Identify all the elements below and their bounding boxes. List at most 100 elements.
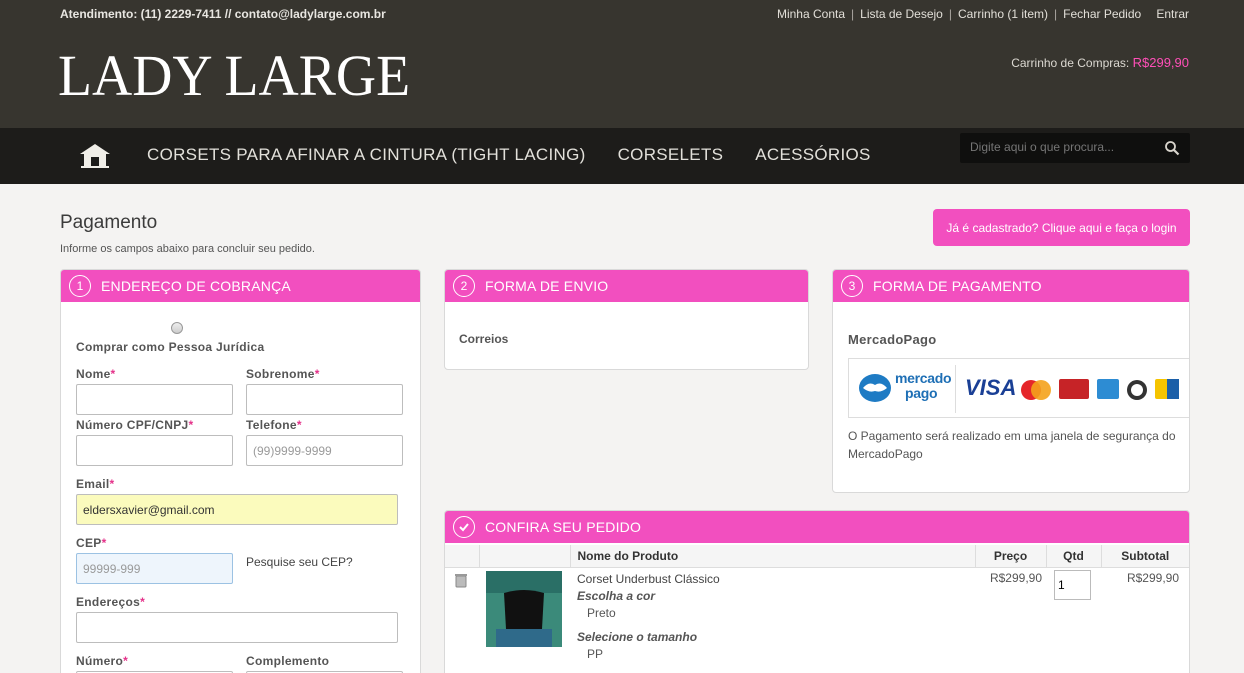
option-size-value: PP — [587, 646, 604, 661]
payment-title: FORMA DE PAGAMENTO — [873, 278, 1042, 294]
option-color-value: Preto — [587, 605, 616, 620]
cep-label: CEP* — [76, 536, 107, 550]
numero-label: Número* — [76, 654, 128, 668]
mastercard-icon — [1021, 380, 1051, 400]
review-title: CONFIRA SEU PEDIDO — [485, 519, 642, 535]
link-minha-conta[interactable]: Minha Conta — [777, 7, 845, 21]
required-mark: * — [188, 418, 194, 432]
qty-input[interactable] — [1054, 569, 1091, 600]
step-number: 2 — [453, 275, 475, 297]
cart-header-row: Nome do Produto Preço Qtd Subtotal — [445, 545, 1189, 568]
visa-logo: VISA — [965, 375, 1017, 400]
payment-method[interactable]: MercadoPago — [848, 332, 937, 347]
login-button[interactable]: Já é cadastrado? Clique aqui e faça o lo… — [933, 209, 1190, 246]
hipercard-icon — [1059, 379, 1089, 399]
sobrenome-field[interactable] — [246, 384, 403, 415]
elo-icon — [1155, 379, 1179, 399]
col-product: Nome do Produto — [570, 545, 976, 568]
subtotal-cell: R$299,90 — [1126, 570, 1179, 585]
cep-search-link[interactable]: Pesquise seu CEP? — [246, 555, 353, 569]
page-subtitle: Informe os campos abaixo para concluir s… — [60, 243, 315, 255]
product-image[interactable] — [486, 570, 562, 647]
review-panel: CONFIRA SEU PEDIDO Nome do Produto Preço… — [444, 510, 1190, 673]
search-input[interactable] — [970, 140, 1150, 154]
diners-icon — [1127, 380, 1147, 400]
review-header: CONFIRA SEU PEDIDO — [445, 511, 1189, 543]
cpf-field[interactable] — [76, 435, 233, 466]
cep-field[interactable] — [76, 553, 233, 584]
endereco-label-text: Endereços — [76, 595, 141, 609]
cart-table: Nome do Produto Preço Qtd Subtotal Corse… — [445, 545, 1189, 663]
site-logo[interactable]: LADY LARGE — [58, 44, 410, 108]
mp-logo-line1: mercado — [895, 370, 952, 386]
pj-label: Comprar como Pessoa Jurídica — [76, 340, 265, 354]
email-label: Email* — [76, 477, 115, 491]
search-box — [960, 133, 1190, 163]
nome-label-text: Nome — [76, 367, 111, 381]
payment-header: 3 FORMA DE PAGAMENTO — [833, 270, 1189, 302]
required-mark: * — [314, 367, 320, 381]
nome-label: Nome* — [76, 367, 116, 381]
col-subtotal: Subtotal — [1101, 545, 1189, 568]
email-field[interactable] — [76, 494, 398, 525]
endereco-label: Endereços* — [76, 595, 145, 609]
separator: | — [851, 7, 855, 21]
cpf-label-text: Número CPF/CNPJ — [76, 418, 189, 432]
nav-item-acessorios[interactable]: ACESSÓRIOS — [755, 145, 870, 165]
cart-summary[interactable]: Carrinho de Compras: R$299,90 — [1011, 55, 1189, 70]
link-entrar[interactable]: Entrar — [1156, 7, 1189, 21]
sobrenome-label: Sobrenome* — [246, 367, 320, 381]
trash-icon[interactable] — [453, 572, 469, 588]
shipping-method[interactable]: Correios — [459, 332, 508, 346]
divider — [955, 365, 956, 413]
billing-panel: 1 ENDEREÇO DE COBRANÇA Comprar como Pess… — [60, 269, 421, 673]
col-price: Preço — [975, 545, 1047, 568]
nav-menu: CORSETS PARA AFINAR A CINTURA (TIGHT LAC… — [147, 145, 903, 165]
page-title: Pagamento — [60, 212, 158, 233]
telefone-field[interactable] — [246, 435, 403, 466]
shipping-header: 2 FORMA DE ENVIO — [445, 270, 808, 302]
option-color-label: Escolha a cor — [577, 588, 656, 603]
billing-title: ENDEREÇO DE COBRANÇA — [101, 278, 291, 294]
check-icon — [453, 516, 475, 538]
amex-icon — [1097, 379, 1119, 399]
endereco-field[interactable] — [76, 612, 398, 643]
step-number: 1 — [69, 275, 91, 297]
remove-cell — [445, 567, 479, 663]
cpf-label: Número CPF/CNPJ* — [76, 418, 194, 432]
pj-radio[interactable] — [171, 322, 183, 334]
price-cell: R$299,90 — [989, 570, 1042, 585]
payment-description: O Pagamento será realizado em uma janela… — [848, 429, 1176, 461]
qty-cell — [1046, 567, 1101, 663]
telefone-label-text: Telefone — [246, 418, 297, 432]
table-row: Corset Underbust Clássico Escolha a cor … — [445, 567, 1189, 663]
mp-logo-text: mercado pago — [895, 370, 952, 401]
required-mark: * — [296, 418, 302, 432]
separator: | — [948, 7, 952, 21]
option-size-label: Selecione o tamanho — [577, 629, 698, 644]
contact-info: Atendimento: (11) 2229-7411 // contato@l… — [60, 7, 386, 21]
email-label-text: Email — [76, 477, 110, 491]
mp-logo-line2: pago — [905, 385, 938, 401]
account-links: Minha Conta | Lista de Desejo | Carrinho… — [777, 7, 1189, 21]
required-mark: * — [109, 477, 115, 491]
shipping-panel: 2 FORMA DE ENVIO Correios — [444, 269, 809, 370]
complemento-label: Complemento — [246, 654, 330, 668]
product-name[interactable]: Corset Underbust Clássico — [577, 571, 975, 588]
link-carrinho[interactable]: Carrinho (1 item) — [958, 7, 1048, 21]
telefone-label: Telefone* — [246, 418, 302, 432]
cart-total: R$299,90 — [1132, 55, 1189, 70]
link-lista-desejo[interactable]: Lista de Desejo — [860, 7, 943, 21]
home-icon[interactable] — [78, 142, 112, 170]
billing-header: 1 ENDEREÇO DE COBRANÇA — [61, 270, 420, 302]
site-header: Atendimento: (11) 2229-7411 // contato@l… — [0, 0, 1244, 128]
nome-field[interactable] — [76, 384, 233, 415]
nav-item-corselets[interactable]: CORSELETS — [618, 145, 724, 165]
step-number: 3 — [841, 275, 863, 297]
separator: | — [1054, 7, 1058, 21]
col-remove — [445, 545, 480, 568]
mercadopago-banner[interactable]: mercado pago VISA — [848, 358, 1189, 418]
search-icon[interactable] — [1164, 140, 1180, 156]
nav-item-corsets[interactable]: CORSETS PARA AFINAR A CINTURA (TIGHT LAC… — [147, 145, 586, 165]
link-fechar-pedido[interactable]: Fechar Pedido — [1063, 7, 1141, 21]
